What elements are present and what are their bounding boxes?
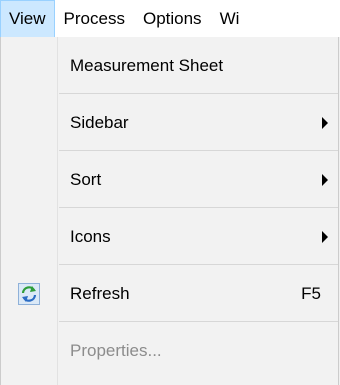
menu-item-sort[interactable]: Sort [1, 151, 338, 208]
menu-item-measurement-sheet[interactable]: Measurement Sheet [1, 37, 338, 94]
menu-item-label: Icons [70, 226, 111, 246]
menu-item-label: Sidebar [70, 112, 129, 132]
menu-item-sidebar[interactable]: Sidebar [1, 94, 338, 151]
submenu-arrow-icon [322, 173, 328, 186]
menu-bar: View Process Options Wi [0, 0, 340, 37]
menu-item-refresh[interactable]: Refresh F5 [1, 265, 338, 322]
menu-item-label: Measurement Sheet [70, 55, 224, 75]
menu-window-label: Wi [219, 8, 240, 28]
menu-item-icons[interactable]: Icons [1, 208, 338, 265]
menu-options-label: Options [142, 8, 202, 28]
menu-process[interactable]: Process [55, 0, 134, 37]
menu-view[interactable]: View [0, 0, 55, 37]
menu-window[interactable]: Wi [211, 0, 249, 37]
menu-options[interactable]: Options [134, 0, 211, 37]
submenu-arrow-icon [322, 230, 328, 243]
menu-item-label: Properties... [70, 340, 162, 360]
submenu-arrow-icon [322, 116, 328, 129]
shortcut-label: F5 [301, 283, 321, 303]
menu-view-label: View [9, 9, 46, 28]
menu-process-label: Process [63, 8, 125, 28]
refresh-icon [18, 282, 40, 305]
view-dropdown-menu: Measurement Sheet Sidebar Sort Icons Ref… [0, 37, 339, 385]
menu-item-label: Sort [70, 169, 102, 189]
menu-item-properties: Properties... [1, 322, 338, 379]
menu-item-label: Refresh [70, 283, 130, 303]
